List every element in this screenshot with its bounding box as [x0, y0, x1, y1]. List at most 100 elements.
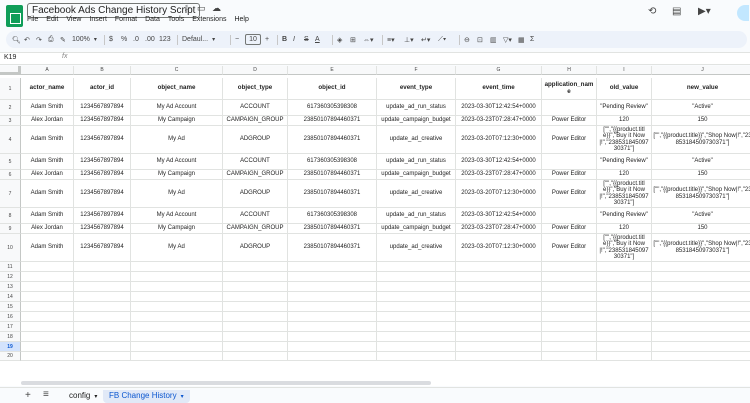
- table-cell[interactable]: [597, 302, 652, 312]
- star-icon[interactable]: ☆: [183, 3, 191, 14]
- percent-format-button[interactable]: %: [121, 31, 133, 48]
- table-cell[interactable]: CAMPAIGN_GROUP: [223, 116, 288, 126]
- table-cell[interactable]: [288, 282, 377, 292]
- menu-edit[interactable]: Edit: [46, 16, 58, 23]
- table-cell[interactable]: [456, 262, 542, 272]
- table-cell[interactable]: [21, 322, 74, 332]
- table-cell[interactable]: 1234567897894: [74, 180, 131, 208]
- table-cell[interactable]: 1234567897894: [74, 208, 131, 224]
- table-cell[interactable]: My Ad Account: [131, 100, 223, 116]
- table-cell[interactable]: [652, 292, 750, 302]
- row-header[interactable]: 6: [0, 170, 21, 180]
- table-cell[interactable]: [131, 342, 223, 352]
- table-cell[interactable]: [377, 332, 456, 342]
- font-size-decrease-icon[interactable]: −: [235, 31, 245, 48]
- table-cell[interactable]: [652, 332, 750, 342]
- table-cell[interactable]: [456, 282, 542, 292]
- table-cell[interactable]: "Active": [652, 100, 750, 116]
- header-cell[interactable]: application_name: [542, 78, 597, 100]
- search-menus-icon[interactable]: 🔍︎: [12, 31, 24, 48]
- table-cell[interactable]: Adam Smith: [21, 154, 74, 170]
- table-cell[interactable]: update_campaign_budget: [377, 224, 456, 234]
- table-cell[interactable]: [21, 272, 74, 282]
- table-cell[interactable]: [223, 272, 288, 282]
- table-cell[interactable]: [131, 312, 223, 322]
- row-header[interactable]: 10: [0, 234, 21, 262]
- table-cell[interactable]: 23850107894460371: [288, 126, 377, 154]
- menu-tools[interactable]: Tools: [168, 16, 184, 23]
- table-cell[interactable]: [21, 302, 74, 312]
- table-cell[interactable]: [597, 322, 652, 332]
- table-cell[interactable]: [74, 302, 131, 312]
- table-cell[interactable]: Adam Smith: [21, 126, 74, 154]
- table-cell[interactable]: Power Editor: [542, 180, 597, 208]
- table-cell[interactable]: [377, 282, 456, 292]
- row-header[interactable]: 4: [0, 126, 21, 154]
- table-cell[interactable]: 617360305398308: [288, 154, 377, 170]
- table-cell[interactable]: Power Editor: [542, 234, 597, 262]
- table-cell[interactable]: Alex Jordan: [21, 224, 74, 234]
- table-cell[interactable]: [652, 302, 750, 312]
- table-cell[interactable]: 23850107894460371: [288, 224, 377, 234]
- table-cell[interactable]: 150: [652, 170, 750, 180]
- table-cell[interactable]: "Active": [652, 154, 750, 170]
- menu-insert[interactable]: Insert: [89, 16, 107, 23]
- table-cell[interactable]: [131, 262, 223, 272]
- table-cell[interactable]: [288, 272, 377, 282]
- table-cell[interactable]: [288, 302, 377, 312]
- vertical-align-icon[interactable]: ⊥▾: [404, 31, 421, 48]
- table-cell[interactable]: My Ad: [131, 180, 223, 208]
- table-cell[interactable]: [288, 322, 377, 332]
- row-header[interactable]: 3: [0, 116, 21, 126]
- table-cell[interactable]: [542, 332, 597, 342]
- font-family-select[interactable]: Defaul... ▾: [182, 31, 226, 48]
- horizontal-align-icon[interactable]: ≡▾: [387, 31, 404, 48]
- table-cell[interactable]: update_ad_run_status: [377, 208, 456, 224]
- row-header[interactable]: 1: [0, 78, 21, 100]
- horizontal-scrollbar[interactable]: [21, 381, 431, 385]
- table-cell[interactable]: [223, 322, 288, 332]
- more-formats-button[interactable]: 123: [159, 31, 173, 48]
- paint-format-icon[interactable]: ✎: [60, 31, 72, 48]
- column-header[interactable]: D: [223, 66, 288, 75]
- insert-chart-icon[interactable]: ▥: [490, 31, 503, 48]
- sheets-logo-icon[interactable]: [6, 5, 23, 27]
- table-cell[interactable]: [542, 100, 597, 116]
- table-cell[interactable]: [131, 332, 223, 342]
- table-cell[interactable]: [377, 352, 456, 361]
- menu-help[interactable]: Help: [234, 16, 248, 23]
- table-cell[interactable]: 150: [652, 224, 750, 234]
- table-cell[interactable]: My Ad: [131, 126, 223, 154]
- table-cell[interactable]: [652, 272, 750, 282]
- table-cell[interactable]: [542, 342, 597, 352]
- column-header[interactable]: F: [377, 66, 456, 75]
- row-header[interactable]: 20: [0, 352, 21, 361]
- table-cell[interactable]: Adam Smith: [21, 180, 74, 208]
- table-cell[interactable]: Alex Jordan: [21, 170, 74, 180]
- table-cell[interactable]: 150: [652, 116, 750, 126]
- table-cell[interactable]: [74, 282, 131, 292]
- all-sheets-icon[interactable]: ≡: [43, 389, 49, 400]
- table-cell[interactable]: "Active": [652, 208, 750, 224]
- table-cell[interactable]: ["","{{product.title}}","Buy it Now|!","…: [597, 234, 652, 262]
- table-cell[interactable]: [21, 352, 74, 361]
- table-cell[interactable]: [377, 272, 456, 282]
- column-header[interactable]: H: [542, 66, 597, 75]
- table-cell[interactable]: Adam Smith: [21, 208, 74, 224]
- table-cell[interactable]: 2023-03-20T07:12:30+0000: [456, 126, 542, 154]
- table-cell[interactable]: 2023-03-23T07:28:47+0000: [456, 224, 542, 234]
- table-cell[interactable]: [288, 342, 377, 352]
- table-cell[interactable]: 2023-03-30T12:42:54+0000: [456, 208, 542, 224]
- column-header[interactable]: J: [652, 66, 750, 75]
- select-all-corner[interactable]: [0, 66, 21, 75]
- table-cell[interactable]: "Pending Review": [597, 154, 652, 170]
- table-cell[interactable]: [21, 342, 74, 352]
- table-cell[interactable]: [597, 342, 652, 352]
- table-cell[interactable]: [21, 332, 74, 342]
- table-cell[interactable]: update_campaign_budget: [377, 116, 456, 126]
- menu-file[interactable]: File: [27, 16, 38, 23]
- table-cell[interactable]: [652, 282, 750, 292]
- table-cell[interactable]: 23850107894460371: [288, 180, 377, 208]
- table-cell[interactable]: ACCOUNT: [223, 208, 288, 224]
- table-cell[interactable]: [223, 302, 288, 312]
